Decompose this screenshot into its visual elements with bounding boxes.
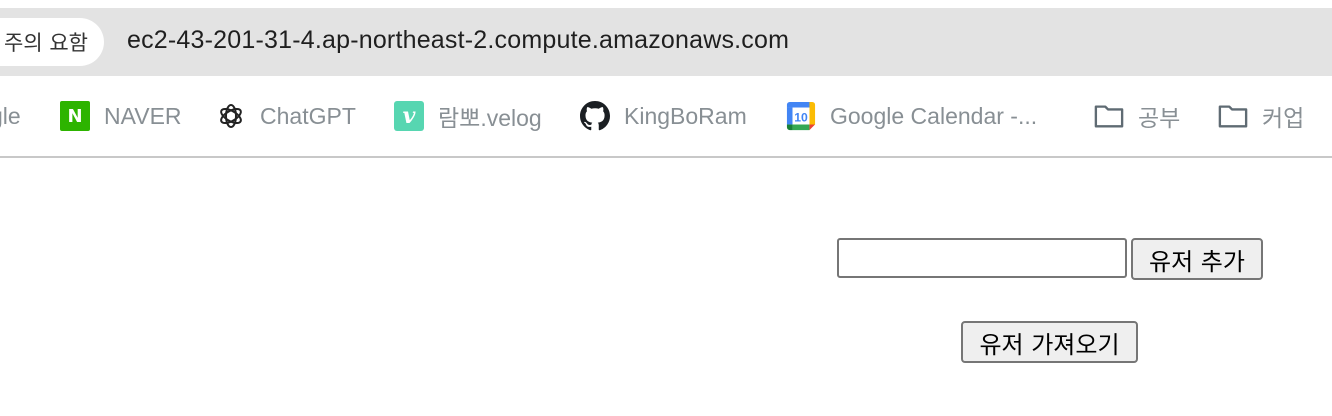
bookmark-google-calendar[interactable]: 10 Google Calendar -... — [786, 86, 1037, 146]
folder-icon — [1094, 101, 1124, 131]
bookmark-folder-study[interactable]: 공부 — [1094, 86, 1180, 146]
bookmark-github[interactable]: KingBoRam — [580, 86, 747, 146]
address-bar[interactable]: 주의 요함 ec2-43-201-31-4.ap-northeast-2.com… — [0, 8, 1332, 76]
naver-icon: N — [60, 101, 90, 131]
security-warning-chip[interactable]: 주의 요함 — [0, 18, 104, 66]
velog-icon: v — [394, 101, 424, 131]
github-icon — [580, 101, 610, 131]
bookmark-folder-kaup[interactable]: 커업 — [1218, 86, 1304, 146]
chatgpt-icon — [216, 101, 246, 131]
bookmarks-bar: gle N NAVER ChatGPT v 람뽀.velog — [0, 86, 1332, 158]
bookmark-label: ChatGPT — [260, 102, 356, 129]
bookmark-velog[interactable]: v 람뽀.velog — [394, 86, 542, 146]
bookmark-naver[interactable]: N NAVER — [60, 86, 182, 146]
url-text[interactable]: ec2-43-201-31-4.ap-northeast-2.compute.a… — [127, 26, 789, 55]
security-warning-label: 주의 요함 — [4, 31, 88, 55]
bookmark-label: KingBoRam — [624, 102, 747, 129]
bookmark-label: 공부 — [1138, 105, 1181, 131]
folder-icon — [1218, 101, 1248, 131]
google-calendar-icon: 10 — [786, 101, 816, 131]
bookmark-label: gle — [0, 102, 21, 129]
bookmark-chatgpt[interactable]: ChatGPT — [216, 86, 356, 146]
get-users-button[interactable]: 유저 가져오기 — [961, 321, 1138, 363]
bookmark-label: 커업 — [1262, 105, 1305, 131]
page-content: 유저 추가 유저 가져오기 — [0, 158, 1332, 416]
user-name-input[interactable] — [837, 238, 1127, 278]
bookmark-google[interactable]: gle — [0, 86, 21, 146]
svg-text:10: 10 — [794, 111, 808, 125]
browser-toolbar: 주의 요함 ec2-43-201-31-4.ap-northeast-2.com… — [0, 0, 1332, 86]
bookmark-label: Google Calendar -... — [830, 102, 1038, 129]
add-user-button[interactable]: 유저 추가 — [1131, 238, 1263, 280]
bookmark-label: NAVER — [104, 102, 182, 129]
bookmark-label: 람뽀.velog — [438, 105, 542, 131]
